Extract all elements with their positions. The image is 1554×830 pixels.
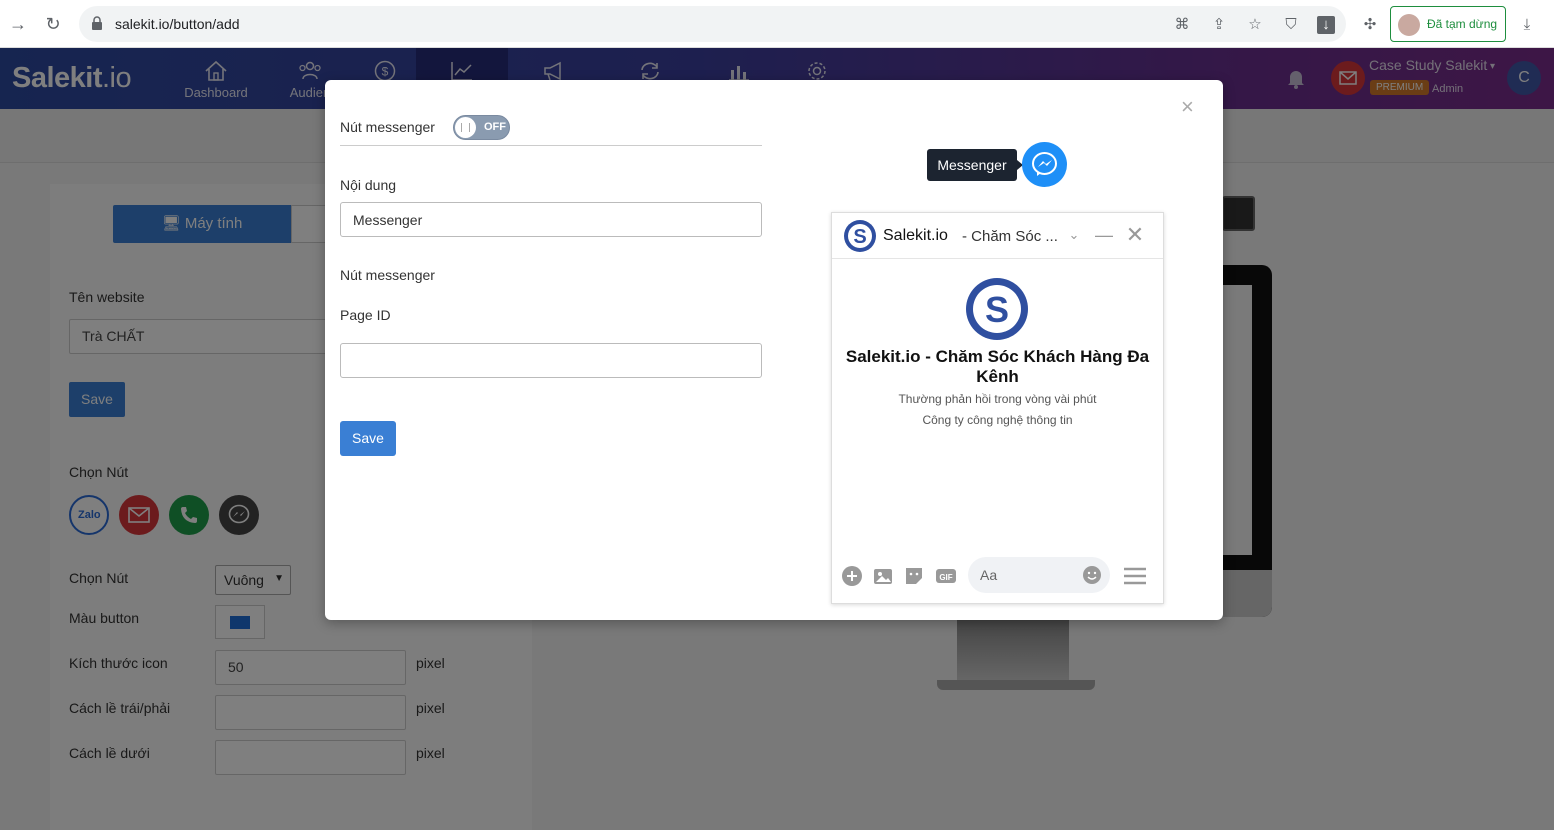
messenger-toggle[interactable]: OFF — [453, 115, 510, 140]
salekit-avatar-icon: S — [844, 220, 876, 252]
download-box-icon[interactable]: ↓ — [1317, 16, 1335, 34]
chat-preview-window: S Salekit.io - Chăm Sóc ... ⌄ — ✕ S Sale… — [831, 212, 1164, 604]
page-category: Công ty công nghệ thông tin — [922, 413, 1073, 427]
close-icon[interactable]: ✕ — [1125, 224, 1145, 246]
image-icon[interactable] — [872, 565, 894, 587]
share-icon[interactable]: ⇪ — [1209, 15, 1229, 35]
menu-icon[interactable] — [1122, 565, 1148, 587]
messenger-tooltip: Messenger — [927, 149, 1023, 181]
paused-label: Đã tạm dừng — [1427, 17, 1498, 31]
profile-avatar — [1398, 14, 1420, 36]
shield-icon[interactable]: ⛉ — [1281, 15, 1301, 35]
message-input[interactable]: Aa — [968, 557, 1110, 593]
browser-toolbar: → ↻ salekit.io/button/add ⌘ ⇪ ☆ ⛉ ↓ ✣ Đã… — [0, 0, 1554, 48]
gif-icon[interactable]: GIF — [935, 565, 957, 587]
address-bar[interactable]: salekit.io/button/add ⌘ ⇪ ☆ ⛉ ↓ — [79, 6, 1346, 42]
chevron-down-icon[interactable]: ⌄ — [1064, 225, 1084, 245]
profile-paused-button[interactable]: Đã tạm dừng — [1390, 6, 1506, 42]
messenger-float-button[interactable] — [1022, 142, 1067, 187]
messenger-icon — [1032, 152, 1057, 176]
chat-title: Salekit.io — [883, 227, 948, 244]
save-button[interactable]: Save — [340, 421, 396, 456]
page-id-input[interactable] — [340, 343, 762, 378]
response-time: Thường phản hồi trong vòng vài phút — [898, 392, 1097, 406]
close-icon[interactable]: × — [1181, 96, 1199, 118]
url-text: salekit.io/button/add — [115, 16, 240, 32]
chat-subtitle: - Chăm Sóc ... — [962, 228, 1058, 245]
section-label: Nút messenger — [340, 267, 435, 283]
lock-icon — [92, 16, 102, 30]
extensions-icon[interactable]: ✣ — [1360, 15, 1380, 35]
svg-text:S: S — [853, 226, 866, 248]
content-input[interactable]: Messenger — [340, 202, 762, 237]
svg-text:S: S — [985, 289, 1009, 330]
plus-circle-icon[interactable] — [841, 565, 863, 587]
messenger-settings-modal: × Nút messenger OFF Nội dung Messenger N… — [325, 80, 1223, 620]
toggle-state: OFF — [484, 121, 506, 133]
page-id-label: Page ID — [340, 307, 391, 323]
sticker-icon[interactable] — [903, 565, 925, 587]
divider — [340, 145, 762, 146]
forward-icon[interactable]: → — [6, 12, 30, 36]
translate-icon[interactable]: ⌘ — [1172, 15, 1192, 35]
toggle-knob — [455, 117, 476, 138]
emoji-icon[interactable] — [1082, 565, 1102, 585]
svg-text:GIF: GIF — [939, 573, 952, 582]
salekit-logo-icon: S — [966, 278, 1028, 340]
chat-header: S Salekit.io - Chăm Sóc ... ⌄ — ✕ — [832, 213, 1163, 259]
downloads-icon[interactable]: ⤓ — [1517, 15, 1537, 35]
reload-icon[interactable]: ↻ — [41, 12, 65, 36]
chat-composer: GIF Aa — [832, 553, 1163, 603]
content-label: Nội dung — [340, 177, 397, 193]
minimize-icon[interactable]: — — [1094, 225, 1114, 245]
messenger-toggle-label: Nút messenger — [340, 119, 435, 135]
star-icon[interactable]: ☆ — [1245, 15, 1265, 35]
page-name: Salekit.io - Chăm Sóc Khách Hàng Đa Kênh — [845, 347, 1150, 386]
